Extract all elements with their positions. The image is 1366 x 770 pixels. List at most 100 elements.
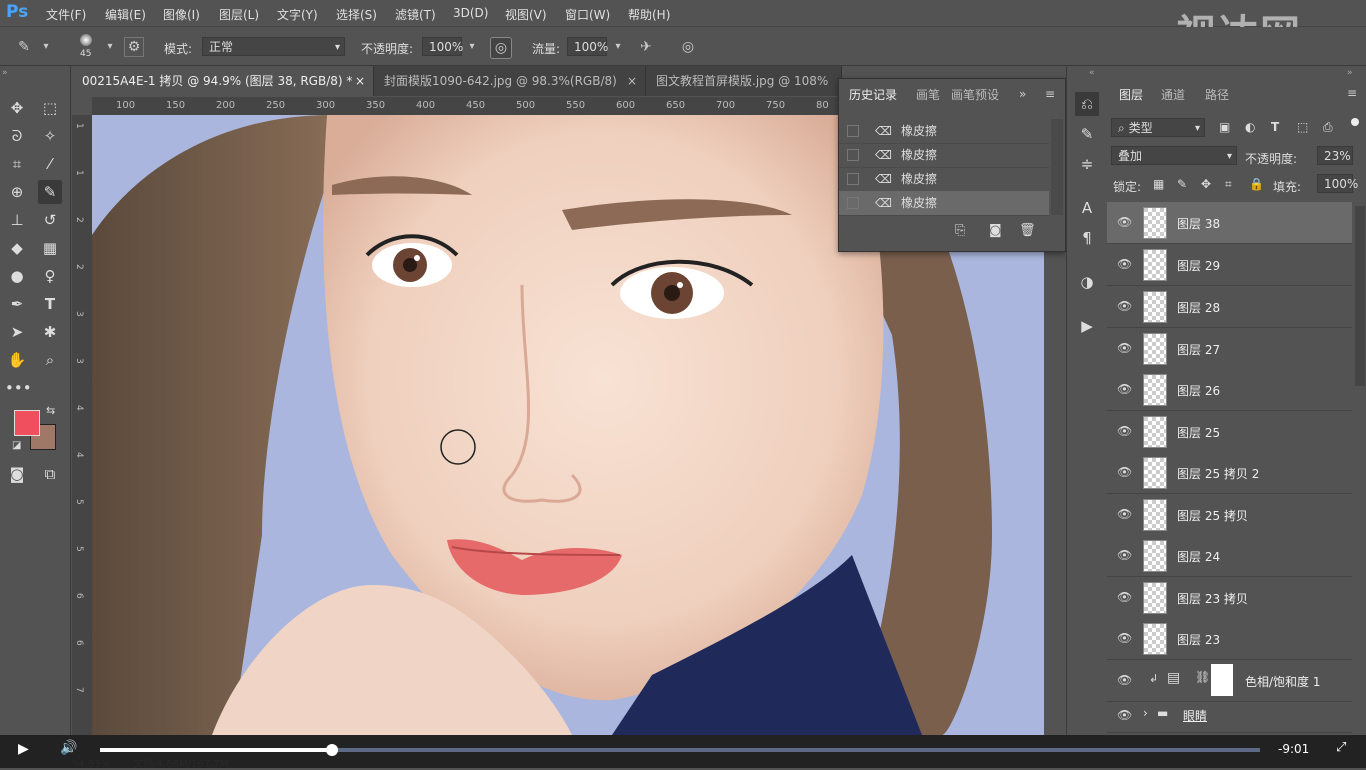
eye-icon[interactable]: 👁	[1117, 299, 1132, 313]
info-panel-icon[interactable]: ◑	[1075, 270, 1099, 294]
shape-filter-icon[interactable]: ⬚	[1297, 120, 1308, 134]
progress-track[interactable]	[100, 744, 1260, 756]
flow-input[interactable]: 100%	[567, 37, 608, 56]
magic-wand-icon[interactable]: ✧	[38, 124, 62, 148]
eraser-tool-icon[interactable]: ◆	[5, 236, 29, 260]
snapshot-checkbox[interactable]	[847, 197, 859, 209]
eye-icon[interactable]: 👁	[1117, 507, 1132, 521]
menu-help[interactable]: 帮助(H)	[628, 6, 670, 23]
type-filter-icon[interactable]: T	[1271, 120, 1279, 134]
quick-mask-icon[interactable]: ◙	[5, 462, 29, 486]
chevron-right-icon[interactable]: ›	[1143, 706, 1148, 720]
layer-row[interactable]: 👁 图层 26	[1107, 369, 1352, 411]
brush-panel-icon[interactable]: ✎	[1075, 122, 1099, 146]
chevron-down-icon[interactable]: ▾	[100, 37, 120, 57]
layer-row[interactable]: 👁 图层 27	[1107, 328, 1352, 370]
layer-row[interactable]: 👁 图层 25 拷贝	[1107, 494, 1352, 536]
eye-icon[interactable]: 👁	[1117, 708, 1132, 722]
tab-channels[interactable]: 通道	[1161, 86, 1185, 103]
layer-row[interactable]: 👁 图层 28	[1107, 286, 1352, 328]
blur-tool-icon[interactable]: ●	[5, 264, 29, 288]
chevron-down-icon[interactable]: ▾	[608, 37, 628, 57]
lock-transparency-icon[interactable]: ▦	[1153, 177, 1164, 191]
brush-settings-icon[interactable]: ⚙	[124, 37, 144, 57]
layers-scrollbar[interactable]	[1355, 206, 1365, 386]
eye-icon[interactable]: 👁	[1117, 341, 1132, 355]
history-item[interactable]: ⌫ 橡皮擦	[839, 119, 1049, 144]
pressure-opacity-icon[interactable]: ◎	[490, 37, 512, 59]
history-item[interactable]: ⌫ 橡皮擦	[839, 167, 1049, 192]
shape-tool-icon[interactable]: ✱	[38, 320, 62, 344]
chevron-down-icon[interactable]: ▾	[462, 37, 482, 57]
layer-row[interactable]: 👁 图层 24	[1107, 535, 1352, 577]
layer-filter-select[interactable]: ⌕ 类型 ▾	[1111, 118, 1205, 137]
snapshot-checkbox[interactable]	[847, 125, 859, 137]
layer-row[interactable]: 👁 图层 23	[1107, 618, 1352, 660]
menu-type[interactable]: 文字(Y)	[277, 6, 318, 23]
crop-tool-icon[interactable]: ⌗	[5, 152, 29, 176]
brush-tool-icon[interactable]: ✎	[14, 37, 34, 57]
character-panel-icon[interactable]: A	[1075, 196, 1099, 220]
foreground-color-swatch[interactable]	[14, 410, 40, 436]
gradient-tool-icon[interactable]: ▦	[38, 236, 62, 260]
menu-image[interactable]: 图像(I)	[163, 6, 200, 23]
swap-colors-icon[interactable]: ⇆	[46, 404, 55, 417]
airbrush-icon[interactable]: ✈	[636, 37, 656, 57]
path-selection-icon[interactable]: ➤	[5, 320, 29, 344]
history-brush-icon[interactable]: ↺	[38, 208, 62, 232]
eyedropper-icon[interactable]: ⁄	[38, 152, 62, 176]
pixel-filter-icon[interactable]: ▣	[1219, 120, 1230, 134]
mode-select[interactable]: 正常 ▾	[202, 37, 345, 56]
chevron-down-icon[interactable]: ▾	[36, 37, 56, 57]
layer-row[interactable]: 👁 图层 25	[1107, 411, 1352, 453]
eye-icon[interactable]: 👁	[1117, 548, 1132, 562]
smart-object-filter-icon[interactable]: ⎙	[1323, 120, 1333, 135]
clone-stamp-icon[interactable]: ⊥	[5, 208, 29, 232]
menu-edit[interactable]: 编辑(E)	[105, 6, 146, 23]
tab-history[interactable]: 历史记录	[849, 79, 897, 111]
brush-preset-picker[interactable]: 45	[74, 32, 100, 62]
progress-handle[interactable]	[326, 744, 338, 756]
opacity-input[interactable]: 100%	[422, 37, 463, 56]
panel-menu-icon[interactable]: ≡	[1045, 87, 1055, 101]
tab-document-3[interactable]: 图文教程首屏模版.jpg @ 108%	[646, 66, 842, 96]
lock-all-icon[interactable]: 🔒	[1249, 177, 1264, 191]
menu-file[interactable]: 文件(F)	[46, 6, 86, 23]
play-icon[interactable]: ▶	[18, 741, 29, 757]
eye-icon[interactable]: 👁	[1117, 257, 1132, 271]
history-item[interactable]: ⌫ 橡皮擦	[839, 143, 1049, 168]
snapshot-checkbox[interactable]	[847, 149, 859, 161]
zoom-tool-icon[interactable]: ⌕	[38, 348, 62, 372]
marquee-tool-icon[interactable]: ⬚	[38, 96, 62, 120]
eye-icon[interactable]: 👁	[1117, 215, 1132, 229]
adjustment-layer-row[interactable]: 👁 ↲ ▤ ⛓ 色相/饱和度 1	[1107, 660, 1352, 702]
tab-paths[interactable]: 路径	[1205, 86, 1229, 103]
close-icon[interactable]: ×	[355, 66, 365, 96]
menu-window[interactable]: 窗口(W)	[565, 6, 610, 23]
menu-layer[interactable]: 图层(L)	[219, 6, 259, 23]
tab-brush[interactable]: 画笔	[916, 79, 940, 111]
collapse-icon[interactable]: «	[1089, 68, 1095, 78]
layer-opacity-input[interactable]: 23%	[1317, 146, 1353, 165]
paragraph-panel-icon[interactable]: ¶	[1075, 226, 1099, 250]
eye-icon[interactable]: 👁	[1117, 382, 1132, 396]
new-document-from-state-icon[interactable]: ⎘	[955, 223, 965, 238]
menu-view[interactable]: 视图(V)	[505, 6, 547, 23]
layer-row[interactable]: 👁 图层 25 拷贝 2	[1107, 452, 1352, 494]
layer-row[interactable]: 👁 图层 29	[1107, 244, 1352, 286]
blend-mode-select[interactable]: 叠加 ▾	[1111, 146, 1237, 165]
eye-icon[interactable]: 👁	[1117, 631, 1132, 645]
group-layer-row[interactable]: 👁 › ▬ 眼睛	[1107, 702, 1352, 733]
layer-row[interactable]: 👁 图层 38	[1107, 202, 1352, 244]
layer-row[interactable]: 👁 图层 23 拷贝	[1107, 577, 1352, 619]
adjustments-icon[interactable]: ≑	[1075, 152, 1099, 176]
lock-position-icon[interactable]: ✥	[1201, 177, 1211, 191]
tab-document-1[interactable]: 00215A4E-1 拷贝 @ 94.9% (图层 38, RGB/8) * ×	[72, 66, 374, 96]
pen-tool-icon[interactable]: ✒	[5, 292, 29, 316]
pressure-size-icon[interactable]: ◎	[678, 37, 698, 57]
eye-icon[interactable]: 👁	[1117, 673, 1132, 687]
expand-icon[interactable]: »	[1019, 87, 1026, 101]
filter-toggle[interactable]	[1351, 118, 1359, 126]
menu-filter[interactable]: 滤镜(T)	[395, 6, 436, 23]
actions-panel-icon[interactable]: ▶	[1075, 314, 1099, 338]
